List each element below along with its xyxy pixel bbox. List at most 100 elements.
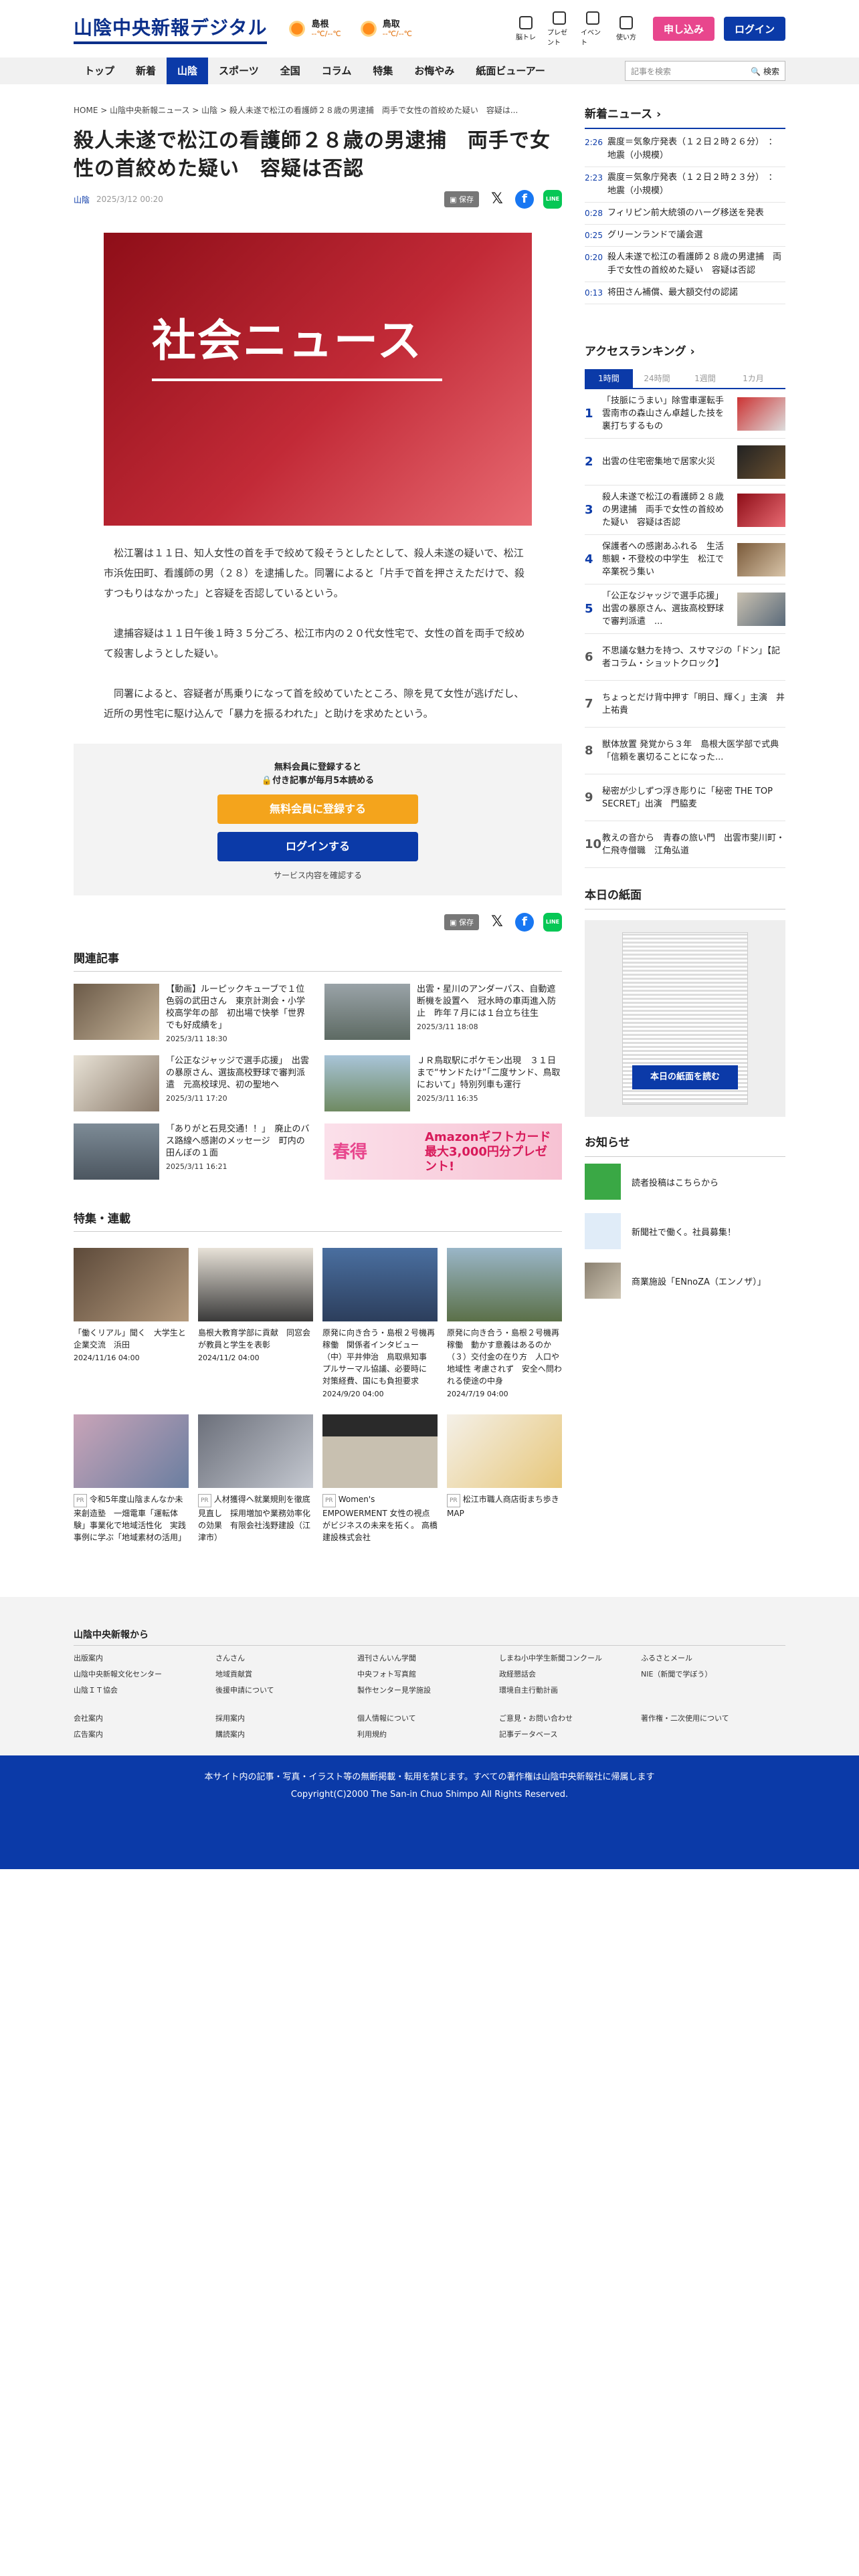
news-item[interactable]: 0:20 殺人未遂で松江の看護師２８歳の男逮捕 両手で女性の首絞めた疑い 容疑は否… [585, 247, 785, 282]
footer-link[interactable]: 採用案内 [215, 1713, 357, 1723]
ranking-item[interactable]: 5 「公正なジャッジで選手応援」出雲の暴原さん、選抜高校野球で審判派遣 ... [585, 584, 785, 634]
tokushu-item[interactable]: 原発に向き合う・島根２号機再稼働 動かす意義はあるのか（３）交付金の在り方 人口… [447, 1248, 562, 1398]
ranking-item[interactable]: 2 出雲の住宅密集地で居家火災 [585, 439, 785, 486]
paywall-login-button[interactable]: ログインする [217, 832, 418, 861]
footer-link[interactable]: しまね小中学生新聞コンクール [499, 1652, 641, 1663]
news-item[interactable]: 0:13 将田さん補償、最大額交付の認諾 [585, 282, 785, 304]
footer-link[interactable]: 利用規約 [357, 1729, 499, 1739]
nav-feature[interactable]: 特集 [362, 58, 403, 84]
howto-link[interactable]: 使い方 [614, 16, 638, 41]
oshirase-item[interactable]: 商業施設「ENnoZA（エンノザ）」 [585, 1256, 785, 1305]
footer-link[interactable]: 環境自主行動計画 [499, 1685, 641, 1695]
thumbnail [74, 1123, 159, 1180]
ranking-item[interactable]: 3 殺人未遂で松江の看護師２８歳の男逮捕 両手で女性の首絞めた疑い 容疑は否認 [585, 486, 785, 535]
subscribe-button[interactable]: 申し込み [653, 17, 714, 41]
ranking-item[interactable]: 1 「技脈にうまい」除雪車運転手 雲南市の森山さん卓越した技を裏打ちするもの [585, 389, 785, 439]
nav-national[interactable]: 全国 [270, 58, 311, 84]
related-item[interactable]: 「ありがと石見交通！！」 廃止のバス路線へ感謝のメッセージ 町内の田んぼの１面 2… [74, 1123, 311, 1180]
x-share-icon[interactable]: 𝕏 [488, 191, 506, 208]
footer-link[interactable]: 山陰中央新報文化センター [74, 1669, 215, 1679]
footer-link[interactable]: 週刊さんいん学聞 [357, 1652, 499, 1663]
hero-image: 社会ニュース [104, 233, 532, 526]
line-share-icon[interactable]: LINE [543, 913, 562, 932]
weather-shimane[interactable]: 島根 --℃/--℃ [287, 19, 341, 39]
site-logo[interactable]: 山陰中央新報デジタル [74, 13, 268, 44]
tokushu-item[interactable]: PR 人材獲得へ就業規則を徹底見直し 採用増加や業務効率化の効果 有限会社浅野建設… [198, 1414, 313, 1543]
footer-link[interactable]: 広告案内 [74, 1729, 215, 1739]
footer-link[interactable]: NIE（新聞で学ぼう） [641, 1669, 783, 1679]
footer-link[interactable]: 著作権・二次使用について [641, 1713, 783, 1723]
nav-sanin[interactable]: 山陰 [167, 58, 209, 84]
ranking-item[interactable]: 7 ちょっとだけ背中押す「明日、輝く」主演 井上祐貴 [585, 681, 785, 728]
nav-new[interactable]: 新着 [125, 58, 167, 84]
footer-link[interactable]: 後援申請について [215, 1685, 357, 1695]
footer-link[interactable]: 会社案内 [74, 1713, 215, 1723]
news-item[interactable]: 2:26 震度＝気象庁発表（１２日２時２６分） ：地震（小規模） [585, 132, 785, 167]
news-item[interactable]: 2:23 震度＝気象庁発表（１２日２時２３分） ：地震（小規模） [585, 167, 785, 203]
news-item[interactable]: 0:28 フィリピン前大統領のハーグ移送を発表 [585, 203, 785, 225]
save-button[interactable]: ▣ 保存 [444, 914, 479, 930]
oshirase-item[interactable]: 読者投稿はこちらから [585, 1157, 785, 1206]
related-item[interactable]: 出雲・星川のアンダーパス、自動遮断機を設置へ 冠水時の車両進入防止 昨年７月には… [324, 984, 562, 1043]
nav-obituary[interactable]: お悔やみ [403, 58, 465, 84]
ranking-heading[interactable]: アクセスランキング › [585, 342, 785, 365]
present-link[interactable]: プレゼント [547, 11, 571, 47]
breadcrumb[interactable]: HOME > 山陰中央新報ニュース > 山陰 > 殺人未遂で松江の看護師２８歳の… [74, 104, 562, 118]
footer-link[interactable]: 購読案内 [215, 1729, 357, 1739]
nav-column[interactable]: コラム [311, 58, 363, 84]
footer-link[interactable]: 出版案内 [74, 1652, 215, 1663]
news-heading[interactable]: 新着ニュース › [585, 104, 785, 129]
footer-link[interactable]: 山陰ＩＴ協会 [74, 1685, 215, 1695]
tokushu-item[interactable]: PR 松江市職人商店街まち歩きMAP [447, 1414, 562, 1543]
nav-viewer[interactable]: 紙面ビューアー [465, 58, 556, 84]
tab-1hour[interactable]: 1時間 [585, 369, 633, 388]
footer-link[interactable]: 地域貢献賞 [215, 1669, 357, 1679]
footer-link[interactable]: ご意見・お問い合わせ [499, 1713, 641, 1723]
ranking-item[interactable]: 10 教えの音から 青春の旅い門 出雲市斐川町・仁飛寺僧職 江角弘道 [585, 821, 785, 868]
ranking-item[interactable]: 9 秘密が少しずつ浮き彫りに「秘密 THE TOP SECRET」出演 門脇麦 [585, 774, 785, 821]
tab-1month[interactable]: 1カ月 [729, 369, 777, 388]
related-item[interactable]: 「公正なジャッジで選手応援」 出雲の暴原さん、選抜高校野球で審判派遣 元高校球児… [74, 1055, 311, 1111]
copyright-text: Copyright(C)2000 The San-in Chuo Shimpo … [290, 1790, 569, 1800]
category-link[interactable]: 山陰 [74, 194, 90, 205]
search-button[interactable]: 🔍 検索 [751, 66, 785, 77]
save-button[interactable]: ▣ 保存 [444, 191, 479, 207]
ranking-item[interactable]: 8 獣体放置 発覚から３年 島根大医学部で式典「信頼を裏切ることになった... [585, 728, 785, 774]
tab-1week[interactable]: 1週間 [681, 369, 729, 388]
footer-link[interactable]: 記事データベース [499, 1729, 641, 1739]
related-item[interactable]: ＪＲ鳥取駅にポケモン出現 ３１日まで“サンドたけ”「二度サンド、鳥取において」特… [324, 1055, 562, 1111]
facebook-share-icon[interactable]: f [515, 190, 534, 209]
facebook-share-icon[interactable]: f [515, 913, 534, 932]
read-paper-button[interactable]: 本日の紙面を読む [632, 1065, 738, 1089]
search-input[interactable]: 記事を検索 🔍 検索 [625, 61, 785, 81]
tokushu-item[interactable]: PR Women's EMPOWERMENT 女性の視点がビジネスの未来を拓く。 … [322, 1414, 438, 1543]
ranking-tabs: 1時間 24時間 1週間 1カ月 [585, 369, 785, 389]
footer-link[interactable]: 製作センター見学施設 [357, 1685, 499, 1695]
weather-tottori[interactable]: 鳥取 --℃/--℃ [358, 19, 412, 39]
tokushu-item[interactable]: 原発に向き合う・島根２号機再稼働 関係者インタビュー（中）平井伸治 鳥取県知事 … [322, 1248, 438, 1398]
footer-link[interactable]: ふるさとメール [641, 1652, 783, 1663]
login-button[interactable]: ログイン [724, 17, 785, 41]
footer-link[interactable]: 中央フォト写真館 [357, 1669, 499, 1679]
nav-sports[interactable]: スポーツ [208, 58, 270, 84]
tokushu-item[interactable]: PR 令和5年度山陰まんなか未来創造塾 一畑電車「運転体験」事業化で地域活性化 実… [74, 1414, 189, 1543]
service-info-link[interactable]: サービス内容を確認する [74, 869, 562, 881]
tab-24hours[interactable]: 24時間 [633, 369, 681, 388]
event-link[interactable]: イベント [581, 11, 605, 47]
footer-link[interactable]: 政経懇話会 [499, 1669, 641, 1679]
related-item[interactable]: 【動画】ルーピックキューブで１位 色弱の武田さん 東京計測会・小学校高学年の部 … [74, 984, 313, 1043]
line-share-icon[interactable]: LINE [543, 190, 562, 209]
oshirase-item[interactable]: 新聞社で働く。社員募集！ [585, 1206, 785, 1256]
footer-link[interactable]: さんさん [215, 1652, 357, 1663]
footer-link[interactable]: 個人情報について [357, 1713, 499, 1723]
x-share-icon[interactable]: 𝕏 [488, 914, 506, 931]
ranking-item[interactable]: 4 保護者への感謝あふれる 生活態観・不登校の中学生 松江で卒業祝う集い [585, 535, 785, 584]
amazon-gift-ad[interactable]: 春得 Amazonギフトカード最大3,000円分プレゼント! [324, 1123, 562, 1180]
news-item[interactable]: 0:25 グリーンランドで議会選 [585, 225, 785, 247]
tokushu-item[interactable]: 「働くリアル」聞く 大学生と企業交流 浜田 2024/11/16 04:00 [74, 1248, 189, 1398]
ranking-item[interactable]: 6 不思議な魅力を持つ、スサマジの「ドン」【記者コラム・ショットクロック】 [585, 634, 785, 681]
nav-top[interactable]: トップ [74, 58, 125, 84]
tokushu-item[interactable]: 島根大教育学部に貢献 同窓会が教員と学生を表彰 2024/11/2 04:00 [198, 1248, 313, 1398]
register-free-button[interactable]: 無料会員に登録する [217, 794, 418, 824]
brain-training-link[interactable]: 脳トレ [514, 16, 538, 41]
